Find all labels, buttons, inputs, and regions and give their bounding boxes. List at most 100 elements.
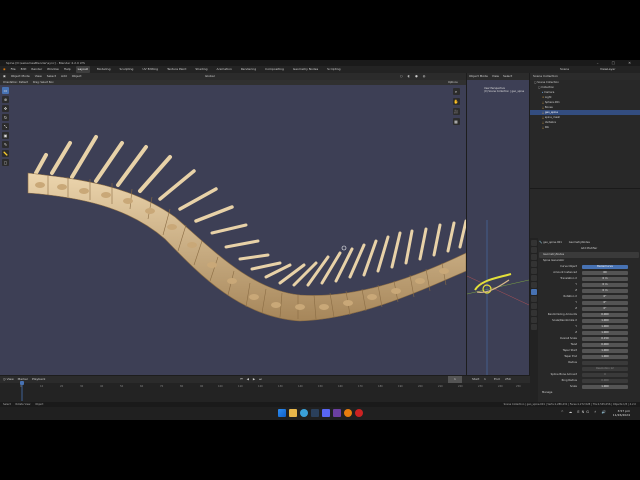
data-tab-icon[interactable] xyxy=(531,317,537,323)
physics-tab-icon[interactable] xyxy=(531,303,537,309)
viewport-menu-select[interactable]: Select xyxy=(47,74,56,78)
close-button[interactable]: ✕ xyxy=(628,61,637,65)
input-translation-y[interactable]: 0 m xyxy=(582,282,628,288)
outliner[interactable]: Scene Collection ▢ Scene Collection ▢ Co… xyxy=(530,73,640,188)
input-twist[interactable]: 0.000 xyxy=(582,342,628,348)
spine-model-side[interactable] xyxy=(467,80,529,375)
menu-edit[interactable]: Edit xyxy=(21,66,27,73)
camera-view-icon[interactable]: 🎥 xyxy=(452,108,460,115)
world-tab-icon[interactable] xyxy=(531,275,537,281)
input-translation-z[interactable]: 0 m xyxy=(582,288,628,294)
blender-logo-icon[interactable]: ◉ xyxy=(3,66,6,73)
minimize-button[interactable]: – xyxy=(597,61,605,65)
scale-tool-icon[interactable]: ⤡ xyxy=(2,123,9,130)
orientation-default[interactable]: Default xyxy=(19,81,28,84)
add-cube-tool-icon[interactable]: ◻ xyxy=(2,159,9,166)
viewport2-menu-view[interactable]: View xyxy=(492,74,499,78)
input-scale-y[interactable]: 1.000 xyxy=(582,324,628,330)
hand-pan-icon[interactable]: ✋ xyxy=(452,98,460,105)
menu-render[interactable]: Render xyxy=(31,66,42,73)
input-taper-start[interactable]: 1.000 xyxy=(582,348,628,354)
menu-file[interactable]: File xyxy=(11,66,16,73)
view-layer-selector[interactable]: ViewLayer xyxy=(600,66,615,73)
shading-icons[interactable]: ○ ◐ ● ◍ xyxy=(400,73,427,80)
cursor-tool-icon[interactable]: ⊕ xyxy=(2,96,9,103)
input-curve-object[interactable]: BezierCurve xyxy=(582,264,628,270)
workspace-tab-sculpting[interactable]: Sculpting xyxy=(117,66,135,73)
scene-tab-icon[interactable] xyxy=(531,268,537,274)
constraints-tab-icon[interactable] xyxy=(531,310,537,316)
workspace-tab-layout[interactable]: Layout xyxy=(75,66,90,73)
file-explorer-icon[interactable] xyxy=(289,409,297,417)
workspace-tab-compositing[interactable]: Compositing xyxy=(263,66,286,73)
workspace-tab-geometry-nodes[interactable]: Geometry Nodes xyxy=(291,66,320,73)
input-taper-end[interactable]: 1.000 xyxy=(582,354,628,360)
input-amount-instanced[interactable]: 60 xyxy=(582,270,628,276)
render-tab-icon[interactable] xyxy=(531,247,537,253)
input-translation-x[interactable]: 0 m xyxy=(582,276,628,282)
3d-viewport-2[interactable] xyxy=(467,80,529,375)
input-resolution[interactable]: Resolution 12 xyxy=(582,366,628,372)
system-tray[interactable]: ^ ☁ ENG ⚡ 🔊 xyxy=(561,410,608,414)
input-overall-scale[interactable]: 0.150 xyxy=(582,336,628,342)
modifier-name-field[interactable]: GeometryNodes xyxy=(543,253,564,256)
node-group-selector[interactable]: Spine Generator xyxy=(543,259,564,262)
current-frame-field[interactable]: 1 xyxy=(448,376,462,383)
viewport-menu-add[interactable]: Add xyxy=(61,74,67,78)
timeline-menu-view[interactable]: View xyxy=(7,377,14,381)
viewport2-menu-select[interactable]: Select xyxy=(503,74,512,78)
blender-taskbar-icon[interactable] xyxy=(344,409,352,417)
particles-tab-icon[interactable] xyxy=(531,296,537,302)
transform-tool-icon[interactable]: ▣ xyxy=(2,132,9,139)
rotate-tool-icon[interactable]: ↻ xyxy=(2,114,9,121)
workspace-tab-modeling[interactable]: Modeling xyxy=(95,66,113,73)
manage-panel-toggle[interactable]: Manage xyxy=(542,391,552,394)
scene-selector[interactable]: Scene xyxy=(560,66,569,73)
timeline-menu-playback[interactable]: Playback xyxy=(32,377,45,381)
input-rotation-x[interactable]: 0° xyxy=(582,294,628,300)
recorder-icon[interactable] xyxy=(355,409,363,417)
taskbar-clock[interactable]: 3:57 pm 11/26/2024 xyxy=(613,409,630,418)
select-tool-icon[interactable]: ▭ xyxy=(2,87,9,94)
drag-select-box[interactable]: Select Box xyxy=(40,81,53,84)
menu-help[interactable]: Help xyxy=(64,66,71,73)
viewport-menu-object[interactable]: Object xyxy=(72,74,82,78)
add-modifier-button[interactable]: Add Modifier xyxy=(581,247,597,250)
outliner-row[interactable]: △ Rib xyxy=(530,125,640,130)
material-tab-icon[interactable] xyxy=(531,324,537,330)
grid-icon[interactable]: ▦ xyxy=(452,118,460,125)
tool-tab-icon[interactable] xyxy=(531,240,537,246)
input-scale-x[interactable]: 1.000 xyxy=(582,318,628,324)
zoom-icon[interactable]: ⌕ xyxy=(452,88,460,95)
workspace-tab-texture-paint[interactable]: Texture Paint xyxy=(165,66,188,73)
timeline-playhead[interactable] xyxy=(20,381,24,401)
start-frame-field[interactable]: 1 xyxy=(484,376,486,383)
workspace-tab-rendering[interactable]: Rendering xyxy=(239,66,258,73)
viewport-menu-view[interactable]: View xyxy=(35,74,42,78)
browser-icon[interactable] xyxy=(300,409,308,417)
view-layer-tab-icon[interactable] xyxy=(531,261,537,267)
input-rotation-y[interactable]: 0° xyxy=(582,300,628,306)
orientation-selector[interactable]: Global xyxy=(205,73,215,80)
workspace-tab-scripting[interactable]: Scripting xyxy=(325,66,342,73)
input-scale-z[interactable]: 1.000 xyxy=(582,330,628,336)
workspace-tab-shading[interactable]: Shading xyxy=(193,66,209,73)
input-randomizing[interactable]: 0.000 xyxy=(582,312,628,318)
timeline-scrubber[interactable]: 0 10 20 30 40 50 60 70 80 90 100 110 120… xyxy=(0,383,530,402)
measure-tool-icon[interactable]: 📏 xyxy=(2,150,9,157)
spine-model[interactable] xyxy=(0,85,466,375)
modifier-tab-icon[interactable] xyxy=(531,289,537,295)
end-frame-field[interactable]: 250 xyxy=(505,376,511,383)
workspace-tab-animation[interactable]: Animation xyxy=(215,66,234,73)
workspace-tab-uv-editing[interactable]: UV Editing xyxy=(140,66,160,73)
input-scale[interactable]: 1.000 xyxy=(582,384,628,390)
input-spline-bone-amount[interactable]: 0 xyxy=(582,372,628,378)
3d-viewport[interactable] xyxy=(0,85,466,375)
mode-selector[interactable]: Object Mode xyxy=(11,74,30,78)
input-rotation-z[interactable]: 0° xyxy=(582,306,628,312)
annotate-tool-icon[interactable]: ✎ xyxy=(2,141,9,148)
output-tab-icon[interactable] xyxy=(531,254,537,260)
steam-icon[interactable] xyxy=(311,409,319,417)
maximize-button[interactable]: □ xyxy=(612,61,621,65)
editor-type-icon[interactable]: ▣ xyxy=(3,74,6,78)
